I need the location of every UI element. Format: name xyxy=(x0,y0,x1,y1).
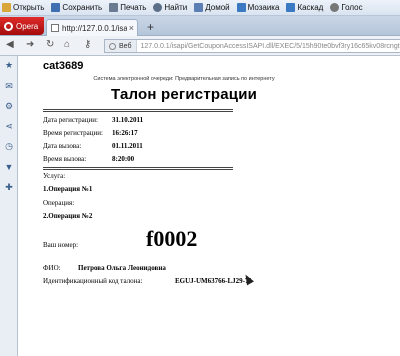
menu-print-button[interactable]: Печать xyxy=(107,0,148,16)
settings-gear-icon[interactable]: ⚙ xyxy=(4,101,14,111)
menu-open-button[interactable]: Открыть xyxy=(0,0,46,16)
menu-bar: Открыть Сохранить Печать Найти Домой Моз… xyxy=(0,0,400,16)
sidebar-panel: ★ ✉ ⚙ ⋖ ◷ ▼ ✚ xyxy=(0,56,18,356)
id-code-value: EGUJ-UM63766-LJ29-71 xyxy=(175,277,252,285)
registration-date-row: Дата регистрации: 31.10.2011 xyxy=(43,116,144,124)
page-cat-code: cat3689 xyxy=(43,60,84,72)
new-tab-button[interactable]: + xyxy=(147,20,154,34)
number-label: Ваш номер: xyxy=(43,241,79,249)
history-clock-icon[interactable]: ◷ xyxy=(4,141,14,151)
page-content: cat3689 Система электронной очереди: Пре… xyxy=(19,56,400,356)
operation-label: Операция: xyxy=(43,199,75,207)
key-icon[interactable]: ⚷ xyxy=(84,39,91,50)
double-divider xyxy=(43,167,233,170)
add-panel-icon[interactable]: ✚ xyxy=(4,182,14,192)
tab-title: http://127.0.0.1/isapi/G... xyxy=(62,23,127,33)
navigation-bar: ◀ ➜ ↻ ⌂ ⚷ Веб 127.0.0.1/isapi/GetCouponA… xyxy=(0,36,400,56)
url-text[interactable]: 127.0.0.1/isapi/GetCouponAccessISAPI.dll… xyxy=(141,43,400,50)
mail-icon[interactable]: ✉ xyxy=(4,81,14,91)
menu-save-button[interactable]: Сохранить xyxy=(49,0,104,16)
downloads-icon[interactable]: ▼ xyxy=(4,162,14,172)
double-divider xyxy=(43,109,233,112)
page-title: Талон регистрации xyxy=(110,86,258,103)
id-code-row: Идентификационный код талона: EGUJ-UM6376… xyxy=(43,277,252,285)
search-icon xyxy=(153,3,163,12)
home-icon xyxy=(194,3,204,12)
tab-bar: Opera http://127.0.0.1/isapi/G... × + xyxy=(0,16,400,36)
voice-icon xyxy=(330,3,340,12)
tab-close-icon[interactable]: × xyxy=(129,23,134,33)
opera-menu-button[interactable]: Opera xyxy=(0,17,44,35)
service-label: Услуга: xyxy=(43,172,66,180)
registration-time-row: Время регистрации: 16:26:17 xyxy=(43,129,138,137)
print-icon xyxy=(109,3,119,12)
folder-open-icon xyxy=(2,3,11,12)
menu-voice-button[interactable]: Голос xyxy=(328,0,364,16)
save-icon xyxy=(51,3,61,12)
service-item-1: 1.Операция №1 xyxy=(43,185,93,193)
menu-home-button[interactable]: Домой xyxy=(192,0,231,16)
call-time-row: Время вызова: 8:20:00 xyxy=(43,155,135,163)
reload-icon[interactable]: ↻ xyxy=(46,39,54,50)
globe-icon xyxy=(109,42,116,50)
share-icon[interactable]: ⋖ xyxy=(4,121,14,131)
browser-tab[interactable]: http://127.0.0.1/isapi/G... × xyxy=(46,19,138,36)
menu-find-button[interactable]: Найти xyxy=(151,0,189,16)
home-nav-icon[interactable]: ⌂ xyxy=(64,39,70,50)
menu-cascade-button[interactable]: Каскад xyxy=(284,0,325,16)
call-date-row: Дата вызова: 01.11.2011 xyxy=(43,142,143,150)
fio-row: ФИО: Петрова Ольга Леонидовна xyxy=(43,264,166,272)
opera-logo-icon xyxy=(4,21,13,31)
fio-value: Петрова Ольга Леонидовна xyxy=(78,264,166,272)
page-subtitle: Система электронной очереди: Предварител… xyxy=(93,76,275,82)
cascade-icon xyxy=(286,3,296,12)
service-item-2: 2.Операция №2 xyxy=(43,212,93,220)
url-prefix-badge[interactable]: Веб xyxy=(105,40,137,52)
ticket-number: f0002 xyxy=(146,226,198,251)
address-bar[interactable]: Веб 127.0.0.1/isapi/GetCouponAccessISAPI… xyxy=(104,39,400,53)
tiles-icon xyxy=(236,3,246,12)
page-favicon-icon xyxy=(51,24,59,32)
forward-arrow-icon[interactable]: ➜ xyxy=(26,39,34,50)
fio-label: ФИО: xyxy=(43,264,61,272)
back-arrow-icon[interactable]: ◀ xyxy=(6,39,14,50)
id-code-label: Идентификационный код талона: xyxy=(43,277,143,285)
bookmarks-star-icon[interactable]: ★ xyxy=(4,60,14,70)
menu-tile-button[interactable]: Мозаика xyxy=(235,0,282,16)
